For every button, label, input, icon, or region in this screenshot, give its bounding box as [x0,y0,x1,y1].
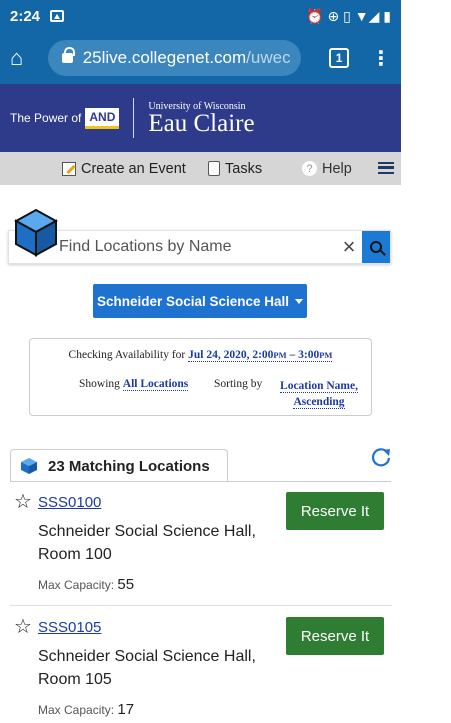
search-button[interactable] [362,231,390,263]
tasks-link[interactable]: Tasks [208,161,262,177]
lock-icon [61,47,75,63]
sorting-value-2: Ascending [293,396,345,409]
create-event-link[interactable]: Create an Event [62,161,186,177]
favorite-star-icon[interactable]: ☆ [14,617,32,637]
results-count: 23 Matching Locations [48,457,210,475]
help-link[interactable]: ? Help [302,161,352,177]
capacity-label: Max Capacity: [38,703,115,717]
showing-link[interactable]: All Locations [122,378,189,391]
power-text: The Power of [10,111,82,125]
help-icon: ? [302,161,317,176]
image-notification-icon [50,10,65,22]
banner-divider [133,98,135,138]
more-menu-icon[interactable]: ⋮ [371,46,391,71]
refresh-icon[interactable] [370,446,392,468]
location-item: ☆ SSS0100 Schneider Social Science Hall,… [14,492,392,602]
end-time: – 3:00 [286,349,320,361]
availability-row: Checking Availability for Jul 24, 2020, … [30,349,371,362]
location-code-link[interactable]: SSS0100 [38,494,101,511]
reserve-button[interactable]: Reserve It [286,617,384,655]
location-name: Schneider Social Science Hall, Room 100 [38,523,256,563]
availability-panel: Checking Availability for Jul 24, 2020, … [29,338,372,416]
location-name: Schneider Social Science Hall, Room 105 [38,648,256,688]
url-field[interactable]: 25live.collegenet.com/uwec [47,40,302,76]
status-icons: ⏰ ⊕ ▯ ▼◢ ▮ [306,7,391,24]
location-code-link[interactable]: SSS0105 [38,619,101,636]
caret-down-icon [295,298,304,304]
create-event-label: Create an Event [81,160,186,177]
hamburger-menu-icon[interactable] [378,162,394,174]
status-bar: 2:24 ⏰ ⊕ ▯ ▼◢ ▮ [0,0,401,32]
clipboard-icon [208,161,220,176]
date-time-link[interactable]: Jul 24, 2020, 2:00PM – 3:00PM [188,349,333,362]
pm-end: PM [319,350,333,360]
date-part: Jul 24, 2020, 2:00 [188,349,274,361]
logo-big-text: Eau Claire [148,109,255,137]
university-banner[interactable]: The Power of AND University of Wisconsin… [0,84,401,152]
capacity-value: 55 [117,576,135,593]
location-cube-icon [14,208,58,257]
cube-icon [21,458,37,474]
favorite-star-icon[interactable]: ☆ [14,492,32,512]
location-item: ☆ SSS0105 Schneider Social Science Hall,… [14,617,392,723]
sorting-label: Sorting by [214,378,263,390]
results-divider [10,481,391,482]
sorting-value-1: Location Name, [280,380,358,393]
tasks-label: Tasks [225,160,263,177]
item-separator [10,605,392,606]
pm-start: PM [273,350,287,360]
edit-icon [62,161,76,176]
sorting-link[interactable]: Location Name, Ascending [269,378,369,410]
showing-label: Showing [79,378,120,390]
url-host: 25live.collegenet.com [82,48,247,67]
capacity-value: 17 [117,701,135,718]
browser-toolbar: ⌂ 25live.collegenet.com/uwec 1 ⋮ [0,32,401,84]
help-label: Help [322,160,352,177]
building-dropdown-label: Schneider Social Science Hall [96,293,290,309]
checking-label: Checking Availability for [68,349,186,361]
university-logo: University of Wisconsin Eau Claire [148,101,254,136]
showing-row: Showing All Locations [79,378,189,391]
building-dropdown[interactable]: Schneider Social Science Hall [93,284,307,318]
home-icon[interactable]: ⌂ [10,45,38,71]
capacity: Max Capacity: 55 [38,576,134,593]
and-badge: AND [85,107,120,129]
capacity: Max Capacity: 17 [38,701,134,718]
url-path: /uwec [246,48,291,67]
tab-switcher-button[interactable]: 1 [329,48,349,68]
clear-search-icon[interactable]: × [336,234,362,260]
top-nav: Create an Event Tasks ? Help [0,152,401,185]
results-count-tab: 23 Matching Locations [10,449,228,482]
location-search-bar: × [8,230,391,264]
capacity-label: Max Capacity: [38,578,115,592]
search-icon [370,241,382,253]
reserve-button[interactable]: Reserve It [286,492,384,530]
location-search-input[interactable] [9,231,336,263]
status-time: 2:24 [10,7,41,25]
